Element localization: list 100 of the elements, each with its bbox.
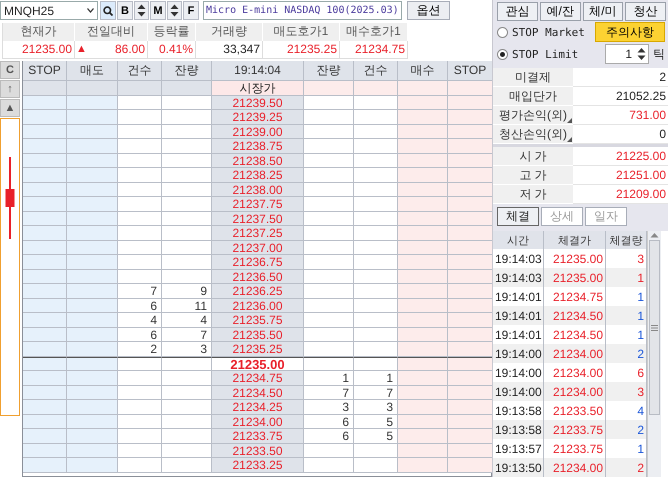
up-down-arrows-icon: [637, 47, 646, 61]
trade-time-cell: 19:14:00: [493, 382, 544, 401]
radio-button[interactable]: [497, 48, 508, 60]
trade-price-cell: 21234.00: [544, 458, 606, 477]
scrollbar-thumb[interactable]: [649, 240, 660, 415]
order-count-cell: 7: [118, 284, 162, 299]
search-button[interactable]: [100, 1, 116, 20]
price-cell: 21235.25: [212, 342, 304, 357]
radio-label: STOP Limit: [512, 48, 578, 60]
up-down-arrows-icon: [170, 4, 179, 18]
column-header: 현재가: [3, 22, 75, 41]
side-button[interactable]: C: [0, 60, 20, 79]
trade-price-cell: 21234.00: [544, 382, 606, 401]
panel-tab-button[interactable]: 체/미: [582, 2, 624, 21]
price-cell: 21233.50: [212, 444, 304, 458]
corner-triangle-icon: [567, 137, 572, 142]
price-cell: 21238.50: [212, 154, 304, 168]
order-count-cell: 6: [118, 298, 162, 314]
price-cell: 21237.75: [212, 197, 304, 212]
toolbar-button[interactable]: M: [150, 1, 166, 20]
column-header: 매수: [398, 60, 448, 81]
side-button[interactable]: ↑: [0, 80, 20, 98]
radio-option[interactable]: STOP Limit: [497, 48, 578, 60]
trade-quantity-cell: 3: [606, 382, 647, 401]
column-header: 거래량: [196, 22, 263, 41]
quote-value: 21234.75: [354, 42, 405, 56]
price-cell: 21234.50: [212, 386, 304, 400]
field-label: 저 가: [493, 185, 573, 204]
order-count-cell: 4: [118, 313, 162, 328]
search-icon: [103, 6, 113, 16]
price-cell: 21234.75: [212, 371, 304, 386]
trade-time-cell: 19:13:50: [493, 458, 544, 477]
panel-tab-button[interactable]: 예/잔: [540, 2, 580, 21]
field-value: 21052.25: [573, 87, 668, 106]
option-button[interactable]: 옵션: [407, 1, 450, 20]
field-value: 21209.00: [573, 185, 668, 204]
price-cell: 21237.25: [212, 226, 304, 241]
up-down-arrows-icon: [137, 4, 146, 18]
column-header: 19:14:04: [212, 60, 304, 81]
quote-value: 33,347: [223, 42, 260, 56]
caret-icon: [87, 8, 94, 14]
trade-price-cell: 21233.75: [544, 420, 606, 439]
trade-quantity-cell: 2: [606, 458, 647, 477]
price-cell: 21234.25: [212, 400, 304, 415]
price-cell: 21239.00: [212, 124, 304, 140]
price-cell: 21235.50: [212, 328, 304, 342]
symbol-dropdown[interactable]: MNQH25: [0, 1, 98, 20]
price-cell: 21236.25: [212, 284, 304, 299]
symbol-value: MNQH25: [4, 4, 54, 18]
price-cell: 21236.75: [212, 255, 304, 270]
trade-price-cell: 21234.00: [544, 344, 606, 363]
radio-option[interactable]: STOP Market: [497, 26, 585, 38]
price-cell: 21235.75: [212, 313, 304, 328]
field-label: 청산손익(외): [499, 126, 567, 142]
tick-value: 1: [624, 46, 633, 63]
column-header: 전일대비: [75, 22, 148, 41]
price-cell: 21235.00: [212, 356, 304, 372]
trade-time-cell: 19:14:03: [493, 268, 544, 287]
toolbar-button[interactable]: F: [183, 1, 199, 20]
column-header: 매도: [67, 60, 118, 81]
column-header: 건수: [118, 60, 162, 81]
field-label: 매입단가: [509, 88, 557, 104]
column-header: 매수호가1: [340, 22, 408, 41]
column-header: STOP: [23, 60, 67, 81]
column-header: 시간: [493, 231, 544, 249]
panel-tab-button[interactable]: 관심: [497, 2, 538, 21]
order-count-cell: 6: [118, 328, 162, 342]
up-down-stepper[interactable]: [134, 1, 149, 20]
quantity-cell: 6: [304, 429, 354, 444]
order-count-cell: 2: [118, 342, 162, 357]
field-label: 시 가: [493, 147, 573, 166]
trade-quantity-cell: 1: [606, 306, 647, 325]
price-cell: 21233.25: [212, 458, 304, 473]
quote-value: 86.00: [114, 42, 145, 56]
trade-time-cell: 19:13:58: [493, 420, 544, 439]
radio-button[interactable]: [497, 26, 508, 38]
price-cell: 21239.25: [212, 110, 304, 125]
column-header: 등락률: [148, 22, 196, 41]
field-value: 21225.00: [573, 147, 668, 166]
column-header: 체결량: [606, 231, 647, 249]
notice-button[interactable]: 주의사항: [595, 22, 665, 42]
price-cell: 21233.75: [212, 429, 304, 444]
quantity-cell: 6: [304, 414, 354, 430]
side-button[interactable]: ▲: [0, 98, 20, 117]
detail-tab[interactable]: 체결: [497, 207, 539, 226]
trade-price-cell: 21235.00: [544, 268, 606, 287]
trade-quantity-cell: 1: [606, 268, 647, 287]
scroll-up-arrow-icon: [650, 232, 659, 238]
field-value: 731.00: [573, 106, 668, 125]
price-cell: 21236.00: [212, 298, 304, 314]
quote-value: 21235.25: [286, 42, 337, 56]
candlestick-icon: [5, 156, 15, 239]
quote-value: 0.41%: [158, 42, 193, 56]
toolbar-button[interactable]: B: [117, 1, 133, 20]
price-cell: 21239.50: [212, 96, 304, 110]
trade-quantity-cell: 2: [606, 420, 647, 439]
up-down-stepper[interactable]: [167, 1, 182, 20]
trade-time-cell: 19:14:00: [493, 344, 544, 363]
panel-tab-button[interactable]: 청산: [625, 2, 666, 21]
tick-stepper[interactable]: 1: [605, 44, 649, 64]
